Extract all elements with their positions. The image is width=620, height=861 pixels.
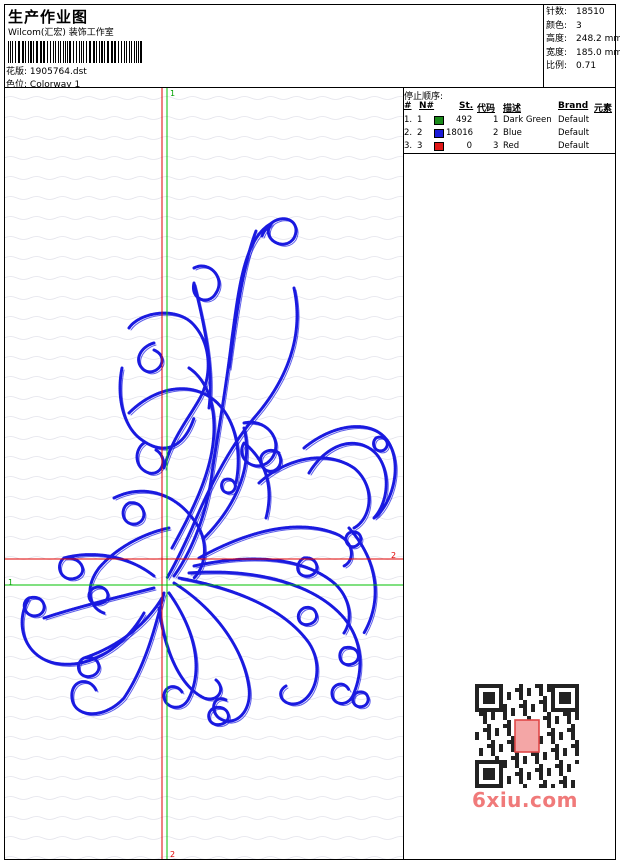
sheet-border [4, 4, 616, 860]
production-sheet: 生产作业图 Wilcom(汇宏) 装饰工作室 花版: 1905764.dst 色… [0, 0, 620, 861]
